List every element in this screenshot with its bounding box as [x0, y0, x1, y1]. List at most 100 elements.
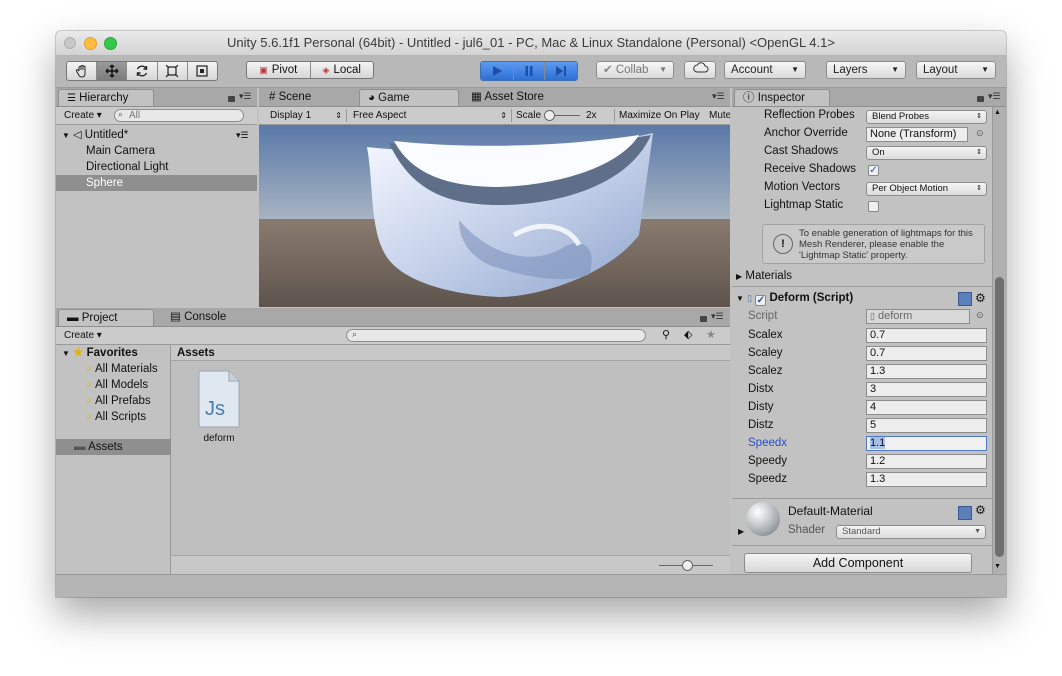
- favorite-item[interactable]: ⌕ All Prefabs: [56, 393, 170, 409]
- tab-inspector[interactable]: ⓘ Inspector: [734, 89, 830, 106]
- play-button[interactable]: [481, 62, 514, 80]
- account-dropdown[interactable]: Account ▼: [724, 61, 806, 79]
- hierarchy-subbar: Create ▾ All ⌕: [56, 107, 257, 125]
- assets-folder-row[interactable]: ▬ Assets: [56, 439, 188, 455]
- display-dropdown[interactable]: Display 1 ⇕: [262, 109, 347, 122]
- script-label: Script: [748, 310, 778, 322]
- tab-asset-store[interactable]: ▦ Asset Store: [463, 89, 563, 106]
- mute-toggle[interactable]: Mute: [709, 109, 730, 122]
- scroll-thumb[interactable]: [995, 277, 1004, 557]
- field-label: Scaley: [748, 347, 783, 359]
- field-input[interactable]: 5: [866, 418, 987, 433]
- property-dropdown[interactable]: Per Object Motion ⇕: [866, 182, 987, 196]
- favorite-item[interactable]: ⌕ All Scripts: [56, 409, 170, 425]
- project-create-button[interactable]: Create ▾: [64, 329, 102, 342]
- hierarchy-create-button[interactable]: Create ▾: [64, 109, 102, 122]
- materials-foldout[interactable]: ▶ Materials: [732, 268, 996, 284]
- maximize-window-button[interactable]: [104, 37, 117, 50]
- panel-menu-icon[interactable]: ▾☰: [711, 311, 724, 322]
- add-component-button[interactable]: Add Component: [744, 553, 972, 573]
- hierarchy-search-input[interactable]: All: [114, 109, 244, 122]
- property-checkbox[interactable]: ✓: [868, 165, 879, 176]
- field-label: Distz: [748, 419, 774, 431]
- panel-menu-icon[interactable]: ▾☰: [712, 91, 725, 102]
- expand-arrow-icon: ▶: [736, 272, 743, 281]
- field-input[interactable]: 4: [866, 400, 987, 415]
- field-label: Scalex: [748, 329, 783, 341]
- tab-project[interactable]: ▬ Project: [58, 309, 154, 326]
- help-book-icon[interactable]: [958, 292, 972, 306]
- tag-icon[interactable]: ⬖: [684, 328, 692, 341]
- asset-item-deform[interactable]: Js deform: [197, 369, 241, 444]
- scroll-up-icon[interactable]: ▲: [994, 109, 1001, 116]
- favorite-item[interactable]: ⌕ All Models: [56, 377, 170, 393]
- scene-menu-icon[interactable]: ▾☰: [236, 127, 249, 143]
- field-input[interactable]: 1.3: [866, 472, 987, 487]
- field-label: Disty: [748, 401, 774, 413]
- hierarchy-item[interactable]: Sphere: [56, 175, 257, 191]
- object-picker-icon[interactable]: ⊙: [976, 128, 984, 139]
- field-input[interactable]: 1.1: [866, 436, 987, 451]
- maximize-on-play-toggle[interactable]: Maximize On Play: [619, 109, 700, 122]
- object-picker-icon[interactable]: ⊙: [976, 310, 984, 321]
- cloud-button[interactable]: [684, 61, 716, 79]
- pivot-button[interactable]: ▣ Pivot: [247, 62, 311, 78]
- component-enabled-checkbox[interactable]: ✓: [755, 295, 767, 306]
- close-window-button[interactable]: [64, 37, 76, 49]
- layers-dropdown[interactable]: Layers ▼: [826, 61, 906, 79]
- pause-button[interactable]: [513, 62, 546, 80]
- script-object-field[interactable]: ▯ deform: [866, 309, 970, 324]
- minimize-window-button[interactable]: [84, 37, 97, 50]
- game-viewport[interactable]: [259, 125, 730, 307]
- property-checkbox[interactable]: [868, 201, 879, 212]
- scale-slider-thumb[interactable]: [544, 110, 555, 121]
- lock-icon[interactable]: [700, 316, 707, 322]
- favorite-item[interactable]: ⌕ All Materials: [56, 361, 170, 377]
- field-input[interactable]: 0.7: [866, 346, 987, 361]
- status-bar: [56, 574, 1006, 597]
- property-dropdown[interactable]: Blend Probes ⇕: [866, 110, 987, 124]
- lock-icon[interactable]: [977, 96, 984, 102]
- panel-menu-icon[interactable]: ▾☰: [988, 91, 1001, 102]
- tab-scene[interactable]: # Scene: [261, 89, 351, 106]
- property-dropdown[interactable]: On ⇕: [866, 146, 987, 160]
- field-input[interactable]: 3: [866, 382, 987, 397]
- layout-dropdown[interactable]: Layout ▼: [916, 61, 996, 79]
- panel-menu-icon[interactable]: ▾☰: [239, 91, 252, 102]
- shader-dropdown[interactable]: Standard ▼: [836, 525, 986, 539]
- help-book-icon[interactable]: [958, 506, 972, 520]
- field-input[interactable]: 1.2: [866, 454, 987, 469]
- scroll-down-icon[interactable]: ▼: [994, 563, 1001, 570]
- collab-dropdown[interactable]: ✔ Collab ▼: [596, 61, 674, 79]
- star-icon[interactable]: ★: [706, 328, 716, 341]
- hand-tool-icon[interactable]: [67, 62, 98, 80]
- rotate-tool-icon[interactable]: [127, 62, 158, 80]
- hierarchy-item[interactable]: Main Camera: [56, 143, 257, 159]
- scene-row[interactable]: ▼ ◁ Untitled* ▾☰: [56, 127, 263, 143]
- project-search-input[interactable]: [346, 329, 646, 342]
- inspector-scrollbar[interactable]: ▲ ▼: [992, 107, 1006, 574]
- field-input[interactable]: 1.3: [866, 364, 987, 379]
- local-button[interactable]: ◈ Local: [311, 62, 374, 78]
- tab-console[interactable]: ▤ Console: [162, 309, 258, 326]
- favorites-row[interactable]: ▼ ★ Favorites: [56, 345, 176, 361]
- move-tool-icon[interactable]: [97, 62, 128, 80]
- updown-icon: ⇕: [500, 111, 507, 120]
- expand-arrow-icon[interactable]: ▶: [738, 527, 744, 536]
- icon-size-slider-thumb[interactable]: [682, 560, 693, 571]
- lock-icon[interactable]: [228, 96, 235, 102]
- deform-component-header[interactable]: ▼ ▯ ✓ Deform (Script) ⚙: [732, 290, 996, 306]
- property-object-field[interactable]: None (Transform): [866, 127, 968, 142]
- tab-hierarchy[interactable]: ☰ Hierarchy: [58, 89, 154, 106]
- aspect-dropdown[interactable]: Free Aspect ⇕: [351, 109, 512, 122]
- filter-type-icon[interactable]: ⚲: [662, 328, 670, 341]
- tab-game[interactable]: ◕ Game: [359, 89, 459, 106]
- gear-icon[interactable]: ⚙: [975, 503, 986, 517]
- step-button[interactable]: [545, 62, 577, 80]
- chevron-down-icon: ▼: [659, 65, 667, 74]
- scale-tool-icon[interactable]: [158, 62, 188, 80]
- gear-icon[interactable]: ⚙: [975, 290, 986, 306]
- hierarchy-item[interactable]: Directional Light: [56, 159, 257, 175]
- rect-tool-icon[interactable]: [188, 62, 217, 80]
- field-input[interactable]: 0.7: [866, 328, 987, 343]
